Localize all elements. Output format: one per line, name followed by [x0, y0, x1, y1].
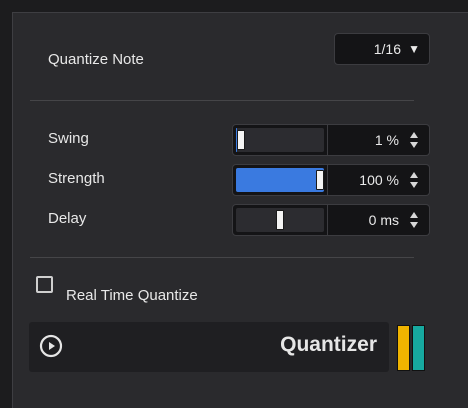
quantize-note-label: Quantize Note [48, 51, 144, 68]
strength-value: 100 % [359, 172, 399, 188]
spinner-icon[interactable] [409, 170, 419, 190]
swing-slider[interactable] [232, 124, 328, 156]
delay-value-box[interactable]: 0 ms [328, 204, 430, 236]
swing-label: Swing [48, 130, 89, 147]
realtime-quantize-checkbox[interactable] [36, 276, 53, 293]
triangle-down-icon: ▼ [408, 42, 420, 56]
divider [30, 100, 414, 101]
strength-label: Strength [48, 170, 105, 187]
quantize-note-select[interactable]: 1/16 ▼ [334, 33, 430, 65]
strength-handle[interactable] [316, 170, 324, 190]
quantizer-button[interactable]: Quantizer [280, 333, 377, 357]
strength-slider[interactable] [232, 164, 328, 196]
swing-value-box[interactable]: 1 % [328, 124, 430, 156]
spinner-icon[interactable] [409, 210, 419, 230]
swing-track [236, 128, 324, 152]
delay-handle[interactable] [276, 210, 284, 230]
delay-label: Delay [48, 210, 87, 227]
divider [30, 257, 414, 258]
strength-fill [236, 168, 324, 192]
swing-value: 1 % [374, 132, 399, 148]
delay-slider[interactable] [232, 204, 328, 236]
quantizer-bar: Quantizer [29, 322, 389, 372]
play-circle-icon[interactable] [39, 334, 63, 358]
strength-value-box[interactable]: 100 % [328, 164, 430, 196]
quantize-preset-indicator[interactable] [397, 325, 429, 373]
realtime-quantize-label: Real Time Quantize [66, 287, 198, 304]
swing-handle[interactable] [237, 130, 245, 150]
delay-value: 0 ms [368, 212, 399, 228]
teal-bar [412, 325, 425, 371]
spinner-icon[interactable] [409, 130, 419, 150]
quantize-note-value: 1/16 [373, 41, 401, 57]
yellow-bar [397, 325, 410, 371]
